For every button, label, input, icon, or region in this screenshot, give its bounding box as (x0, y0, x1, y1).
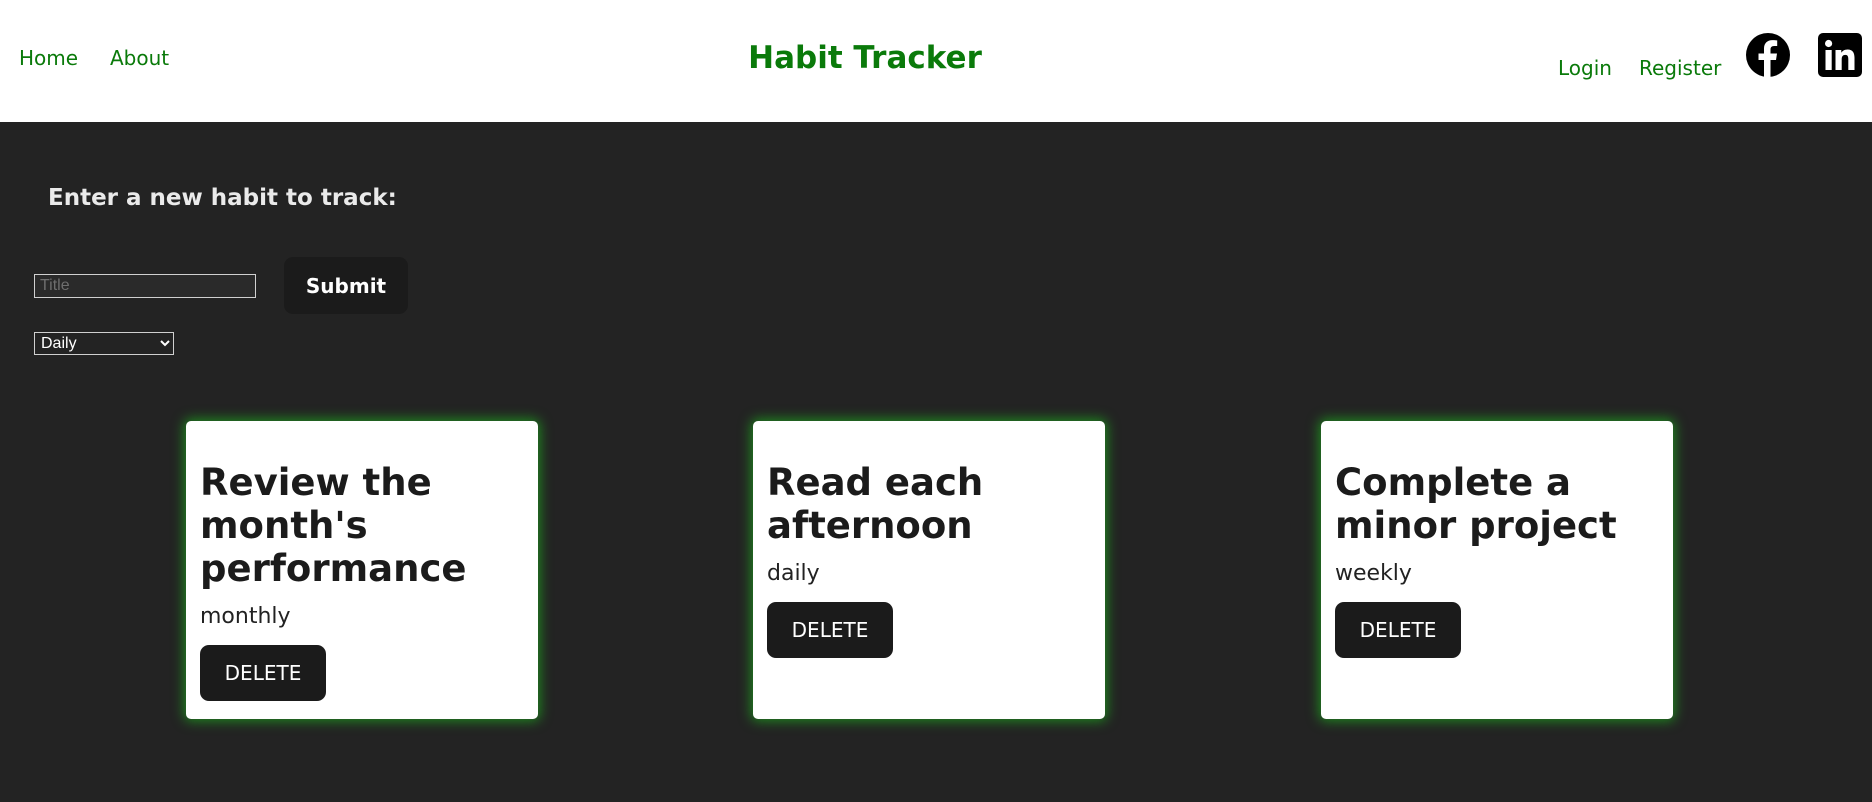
site-header: Home About Habit Tracker Login Register (0, 0, 1872, 122)
habit-card-frequency: daily (767, 561, 820, 586)
habit-card-frequency: weekly (1335, 561, 1412, 586)
habit-card: Read each afternoon daily DELETE (753, 421, 1105, 719)
habit-card-frequency: monthly (200, 604, 291, 629)
nav-login-link[interactable]: Login (1558, 56, 1612, 80)
habit-card-title: Review the month's performance (200, 461, 467, 590)
site-title: Habit Tracker (748, 40, 982, 76)
nav-register-link[interactable]: Register (1639, 56, 1721, 80)
habit-card-title: Complete a minor project (1335, 461, 1617, 547)
linkedin-icon[interactable] (1818, 33, 1862, 77)
submit-button[interactable]: Submit (284, 257, 408, 314)
delete-habit-button[interactable]: DELETE (767, 602, 893, 658)
habit-title-input[interactable] (34, 274, 256, 298)
delete-habit-button[interactable]: DELETE (200, 645, 326, 701)
habit-card-title: Read each afternoon (767, 461, 984, 547)
new-habit-heading: Enter a new habit to track: (48, 185, 397, 211)
frequency-select[interactable]: Daily (34, 332, 174, 355)
delete-habit-button[interactable]: DELETE (1335, 602, 1461, 658)
habit-card: Complete a minor project weekly DELETE (1321, 421, 1673, 719)
habit-card: Review the month's performance monthly D… (186, 421, 538, 719)
facebook-icon[interactable] (1746, 33, 1790, 77)
